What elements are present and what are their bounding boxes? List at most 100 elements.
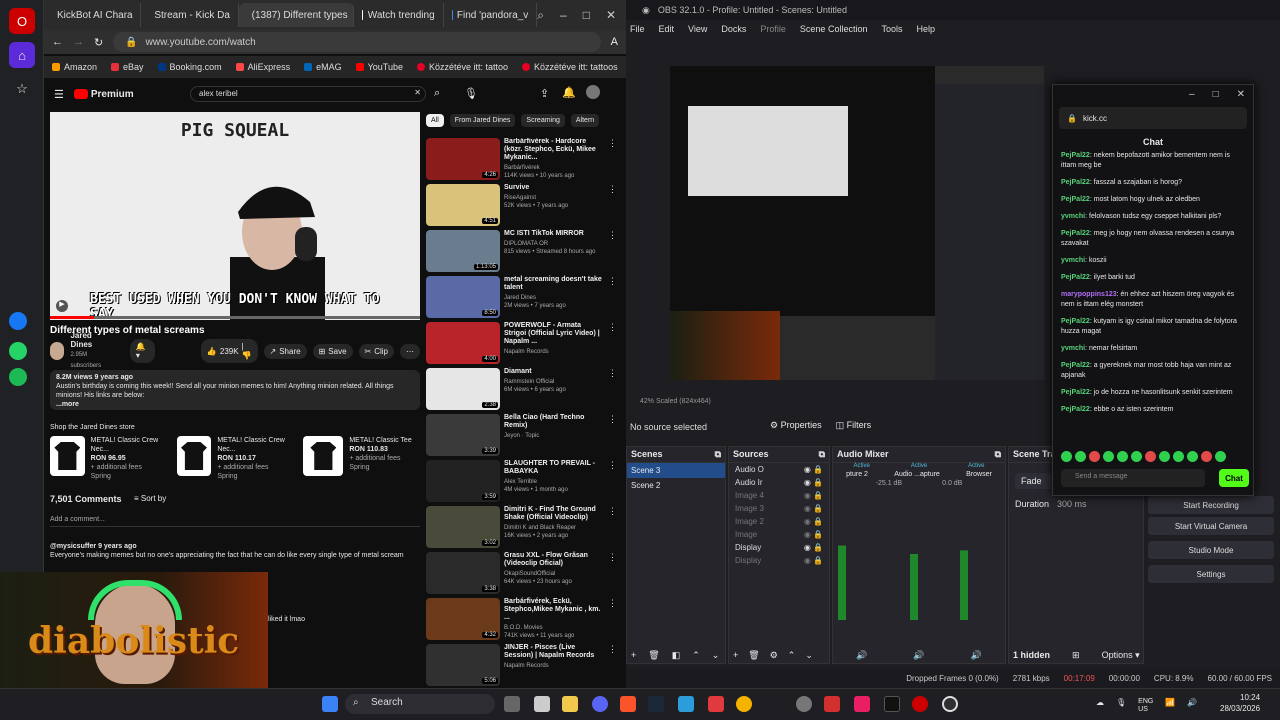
app-icon[interactable]: [854, 696, 870, 712]
add-source-icon[interactable]: +: [733, 650, 738, 661]
search-icon[interactable]: ⌕: [434, 87, 440, 100]
move-down-icon[interactable]: ⌄: [805, 650, 813, 661]
lock-icon[interactable]: 🔒: [813, 504, 823, 513]
mixer-mute-icon[interactable]: 🔊: [913, 650, 924, 661]
youtube-search-input[interactable]: alex teribel ✕: [190, 86, 426, 102]
source-item[interactable]: Audio O ◉ 🔒: [729, 463, 829, 476]
chip-from-channel[interactable]: From Jared Dines: [449, 114, 516, 127]
chat-send-button[interactable]: Chat: [1219, 469, 1249, 487]
remove-source-icon[interactable]: 🗑: [748, 650, 759, 661]
spotify-icon[interactable]: [9, 368, 27, 386]
start-virtual-camera-button[interactable]: Start Virtual Camera: [1148, 517, 1274, 535]
video-thumbnail[interactable]: 5:06: [426, 644, 500, 686]
properties-button[interactable]: ⚙ Properties: [770, 420, 822, 431]
emote-icon[interactable]: [1201, 451, 1212, 462]
remove-scene-icon[interactable]: 🗑: [648, 650, 659, 661]
menu-scene-collection[interactable]: Scene Collection: [800, 24, 868, 34]
undock-icon[interactable]: ⧉: [995, 449, 1001, 460]
duration-field[interactable]: 300 ms: [1057, 499, 1087, 509]
recommendation-item[interactable]: 4:51 Survive RiseAgainst 52K views • 7 year…: [426, 184, 621, 230]
recommendation-item[interactable]: 3:59 SLAUGHTER TO PREVAIL - BABAYKA Alex T…: [426, 460, 621, 506]
video-thumbnail[interactable]: 3:59: [426, 460, 500, 502]
tiktok-icon[interactable]: [884, 696, 900, 712]
emote-icon[interactable]: [1089, 451, 1100, 462]
recommendation-item[interactable]: 3:02 Dimitri K - Find The Ground Shake (O…: [426, 506, 621, 552]
chat-username[interactable]: marypoppins123: [1061, 291, 1117, 298]
visibility-eye-icon[interactable]: ◉: [804, 465, 811, 474]
menu-file[interactable]: File: [630, 24, 645, 34]
chat-username[interactable]: yvmchi: [1061, 213, 1085, 220]
more-options-icon[interactable]: ⋮: [608, 414, 617, 460]
chip-alternative[interactable]: Altern: [570, 114, 600, 127]
source-item[interactable]: Image 4 ◉ 🔒: [729, 489, 829, 502]
bookmark-pinterest-2[interactable]: Közzétéve itt: tattoos: [522, 62, 618, 72]
app-icon[interactable]: [824, 696, 840, 712]
volume-icon[interactable]: 🔊: [1187, 698, 1197, 714]
tab-find-pandora[interactable]: Find 'pandora_v: [444, 3, 538, 27]
save-button[interactable]: ⊞ Save: [312, 343, 353, 359]
upload-icon[interactable]: ⇪: [540, 87, 549, 100]
clock[interactable]: 10:24 28/03/2026: [1220, 692, 1260, 714]
messenger-icon[interactable]: [9, 312, 27, 330]
microphone-icon[interactable]: 🎙: [464, 87, 478, 100]
back-icon[interactable]: ←: [52, 36, 63, 48]
source-item[interactable]: Image 3 ◉ 🔒: [729, 502, 829, 515]
video-thumbnail[interactable]: 3:02: [426, 506, 500, 548]
emote-icon[interactable]: [1145, 451, 1156, 462]
filters-button[interactable]: ◫ Filters: [836, 420, 872, 431]
whatsapp-icon[interactable]: [9, 342, 27, 360]
video-thumbnail[interactable]: 1:13:05: [426, 230, 500, 272]
add-comment-input[interactable]: Add a comment...: [50, 516, 420, 527]
source-item[interactable]: Display ◉ 🔒: [729, 541, 829, 554]
visibility-eye-icon[interactable]: ◉: [804, 556, 811, 565]
bookmark-ebay[interactable]: eBay: [111, 62, 144, 72]
bookmark-pinterest-1[interactable]: Közzétéve itt: tattoo: [416, 62, 508, 72]
emote-icon[interactable]: [1173, 451, 1184, 462]
visibility-eye-icon[interactable]: ◉: [804, 543, 811, 552]
more-options-icon[interactable]: ⋮: [608, 552, 617, 598]
maximize-icon[interactable]: □: [1213, 89, 1219, 101]
youtube-logo[interactable]: Premium: [73, 89, 134, 100]
visibility-eye-icon[interactable]: ◉: [804, 517, 811, 526]
emote-icon[interactable]: [1061, 451, 1072, 462]
clip-button[interactable]: ✂ Clip: [358, 343, 394, 359]
options-dropdown[interactable]: Options ▾: [1102, 650, 1140, 661]
video-thumbnail[interactable]: 4:00: [426, 322, 500, 364]
star-icon[interactable]: ☆: [9, 76, 35, 102]
home-icon[interactable]: ⌂: [9, 42, 35, 68]
tab-youtube-active[interactable]: (1387) Different types: [238, 3, 355, 27]
minimize-icon[interactable]: –: [1189, 89, 1195, 101]
more-options-icon[interactable]: ⋮: [608, 138, 617, 184]
forward-icon[interactable]: →: [73, 36, 84, 48]
more-options-icon[interactable]: ⋮: [608, 598, 617, 644]
video-thumbnail[interactable]: 3:39: [426, 414, 500, 456]
more-options-icon[interactable]: ⋮: [608, 368, 617, 414]
bookmark-amazon[interactable]: Amazon: [52, 62, 97, 72]
video-thumbnail[interactable]: 4:51: [426, 184, 500, 226]
chat-username[interactable]: PejPal22: [1061, 152, 1090, 159]
visibility-eye-icon[interactable]: ◉: [804, 504, 811, 513]
store-item[interactable]: METAL! Classic Tee RON 110.83 + additional…: [303, 436, 420, 480]
scene-filters-icon[interactable]: ◧: [672, 650, 681, 661]
menu-tools[interactable]: Tools: [881, 24, 902, 34]
move-up-icon[interactable]: ⌃: [788, 650, 796, 661]
more-options-icon[interactable]: ⋮: [608, 276, 617, 322]
lock-icon[interactable]: 🔒: [813, 478, 823, 487]
chip-all[interactable]: All: [426, 114, 444, 127]
video-thumbnail[interactable]: 4:32: [426, 598, 500, 640]
chat-username[interactable]: PejPal22: [1061, 274, 1090, 281]
like-button[interactable]: 👍 239K | 👎: [200, 339, 258, 363]
add-scene-icon[interactable]: +: [631, 650, 636, 661]
opera-logo-icon[interactable]: O: [9, 8, 35, 34]
opera-icon[interactable]: [912, 696, 928, 712]
move-down-icon[interactable]: ⌄: [712, 650, 720, 661]
close-icon[interactable]: ✕: [606, 8, 616, 23]
minimize-icon[interactable]: –: [560, 8, 567, 23]
more-options-icon[interactable]: ⋮: [608, 506, 617, 552]
more-options-icon[interactable]: ⋮: [608, 184, 617, 230]
maximize-icon[interactable]: □: [583, 8, 590, 23]
lock-icon[interactable]: 🔒: [813, 491, 823, 500]
video-description[interactable]: 8.2M views 9 years ago Austin's birthday…: [50, 370, 420, 410]
obs-preview-canvas[interactable]: [670, 66, 1044, 380]
chat-username[interactable]: PejPal22: [1061, 318, 1090, 325]
